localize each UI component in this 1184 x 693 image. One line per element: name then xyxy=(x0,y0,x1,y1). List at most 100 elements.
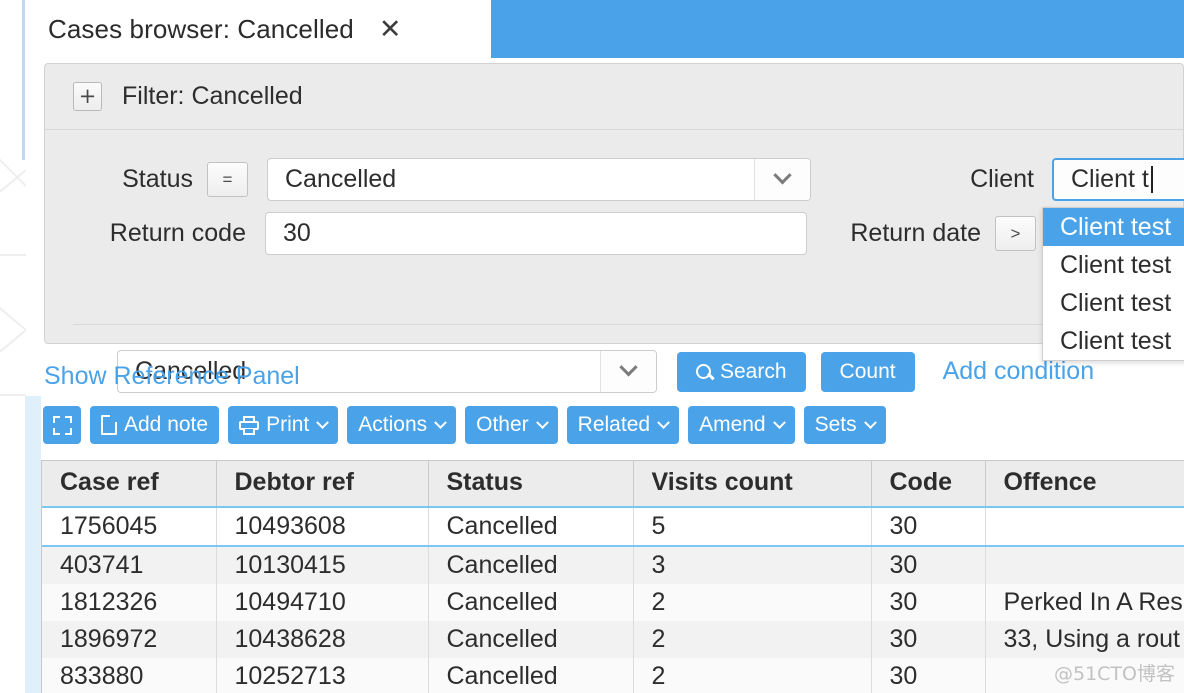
cell-case-ref: 1812326 xyxy=(42,584,217,621)
condition-return-code: Return code 30 xyxy=(73,212,807,255)
print-label: Print xyxy=(266,413,310,436)
column-header-case-ref[interactable]: Case ref xyxy=(42,461,217,508)
chevron-down-icon xyxy=(434,415,448,429)
cell-case-ref: 833880 xyxy=(42,658,217,693)
chevron-down-icon xyxy=(772,415,786,429)
filter-divider xyxy=(73,324,1184,325)
cell-visits-count: 5 xyxy=(633,506,872,547)
cell-status: Cancelled xyxy=(428,658,634,693)
condition-label-return-code: Return code xyxy=(109,219,246,247)
chevron-down-icon[interactable] xyxy=(754,159,810,200)
search-icon xyxy=(696,364,711,379)
count-button[interactable]: Count xyxy=(820,351,915,392)
actions-button[interactable]: Actions xyxy=(347,406,457,444)
autocomplete-item[interactable]: Client test xyxy=(1043,284,1184,322)
condition-label-return-date: Return date xyxy=(850,219,981,247)
add-note-label: Add note xyxy=(124,413,209,436)
cell-offence xyxy=(985,506,1184,547)
operator-button-status[interactable]: = xyxy=(207,162,248,197)
add-condition-link[interactable]: Add condition xyxy=(943,357,1095,386)
table-row[interactable]: 1812326 10494710 Cancelled 2 30 Perked I… xyxy=(42,584,1184,621)
show-reference-panel-link[interactable]: Show Reference Panel xyxy=(44,362,300,391)
column-header-debtor-ref[interactable]: Debtor ref xyxy=(216,461,429,508)
status-select[interactable]: Cancelled xyxy=(267,158,811,201)
table-row[interactable]: 1756045 10493608 Cancelled 5 30 xyxy=(42,506,1184,547)
cell-status: Cancelled xyxy=(428,546,634,584)
chevron-down-icon xyxy=(316,415,330,429)
cell-visits-count: 2 xyxy=(633,584,872,621)
cell-offence xyxy=(985,658,1184,693)
cell-code: 30 xyxy=(871,506,986,547)
cell-debtor-ref: 10493608 xyxy=(216,506,429,547)
table-row[interactable]: 403741 10130415 Cancelled 3 30 xyxy=(42,546,1184,584)
column-header-status[interactable]: Status xyxy=(428,461,634,508)
condition-status: Status = Cancelled xyxy=(73,158,811,201)
related-button[interactable]: Related xyxy=(566,406,680,444)
cell-visits-count: 2 xyxy=(633,621,872,658)
sets-button[interactable]: Sets xyxy=(803,406,886,444)
print-button[interactable]: Print xyxy=(228,406,339,444)
cell-status: Cancelled xyxy=(428,584,634,621)
left-tint-strip xyxy=(25,396,41,693)
sets-label: Sets xyxy=(814,413,857,436)
chevron-down-icon xyxy=(535,415,549,429)
cell-debtor-ref: 10438628 xyxy=(216,621,429,658)
cell-debtor-ref: 10252713 xyxy=(216,658,429,693)
cell-visits-count: 2 xyxy=(633,658,872,693)
cell-offence: Perked In A Res xyxy=(985,584,1184,621)
chevron-down-icon[interactable] xyxy=(600,351,656,392)
other-button[interactable]: Other xyxy=(465,406,558,444)
cell-case-ref: 1896972 xyxy=(42,621,217,658)
cell-code: 30 xyxy=(871,584,986,621)
app-window: Cases browser: Cancelled ✕ + Filter: Can… xyxy=(0,0,1184,693)
cell-debtor-ref: 10494710 xyxy=(216,584,429,621)
operator-button-return-date[interactable]: > xyxy=(995,216,1036,251)
filter-header-label: Filter: Cancelled xyxy=(122,82,303,110)
client-autocomplete-dropdown[interactable]: Client test Client test Client test Clie… xyxy=(1042,207,1184,361)
condition-label-status: Status xyxy=(122,165,193,193)
filter-header: + Filter: Cancelled xyxy=(45,64,1183,130)
cell-status: Cancelled xyxy=(428,621,634,658)
column-header-code[interactable]: Code xyxy=(871,461,986,508)
printer-icon xyxy=(239,415,260,435)
search-button[interactable]: Search xyxy=(677,351,806,392)
autocomplete-item[interactable]: Client test xyxy=(1043,246,1184,284)
filter-panel: + Filter: Cancelled Status = Cancelled R… xyxy=(44,63,1184,393)
table-header-row: Case ref Debtor ref Status Visits count … xyxy=(42,461,1184,508)
return-code-input[interactable]: 30 xyxy=(265,212,807,255)
tab-cases-browser[interactable]: Cases browser: Cancelled ✕ xyxy=(25,0,491,58)
close-icon[interactable]: ✕ xyxy=(379,16,402,43)
chevron-down-icon xyxy=(657,415,670,429)
cell-code: 30 xyxy=(871,621,986,658)
chevron-down-icon xyxy=(863,415,877,429)
other-label: Other xyxy=(476,413,529,436)
cell-code: 30 xyxy=(871,546,986,584)
autocomplete-item[interactable]: Client test xyxy=(1043,208,1184,246)
search-button-label: Search xyxy=(720,359,787,383)
plus-icon[interactable]: + xyxy=(73,82,102,111)
client-input[interactable]: Client t xyxy=(1052,158,1184,201)
amend-button[interactable]: Amend xyxy=(688,406,795,444)
tab-title: Cases browser: Cancelled xyxy=(48,13,354,44)
results-table-wrapper[interactable]: Case ref Debtor ref Status Visits count … xyxy=(41,460,1184,693)
autocomplete-item[interactable]: Client test xyxy=(1043,322,1184,360)
column-header-offence[interactable]: Offence xyxy=(985,461,1184,508)
expand-icon xyxy=(52,415,72,435)
add-note-button[interactable]: Add note xyxy=(90,406,220,444)
client-input-value: Client t xyxy=(1071,165,1149,193)
column-header-visits-count[interactable]: Visits count xyxy=(633,461,872,508)
record-toolbar: Add note Print Actions Other Related Ame… xyxy=(43,406,886,444)
cell-code: 30 xyxy=(871,658,986,693)
amend-label: Amend xyxy=(699,413,766,436)
actions-label: Actions xyxy=(358,413,428,436)
cell-visits-count: 3 xyxy=(633,546,872,584)
cell-offence: 33, Using a rout xyxy=(985,621,1184,658)
condition-client: Client Client t xyxy=(934,158,1184,201)
cell-case-ref: 403741 xyxy=(42,546,217,584)
table-row[interactable]: 833880 10252713 Cancelled 2 30 xyxy=(42,658,1184,693)
expand-button[interactable] xyxy=(43,406,81,444)
table-row[interactable]: 1896972 10438628 Cancelled 2 30 33, Usin… xyxy=(42,621,1184,658)
results-table: Case ref Debtor ref Status Visits count … xyxy=(42,461,1184,693)
condition-label-client: Client xyxy=(970,165,1034,193)
cell-case-ref: 1756045 xyxy=(42,506,217,547)
